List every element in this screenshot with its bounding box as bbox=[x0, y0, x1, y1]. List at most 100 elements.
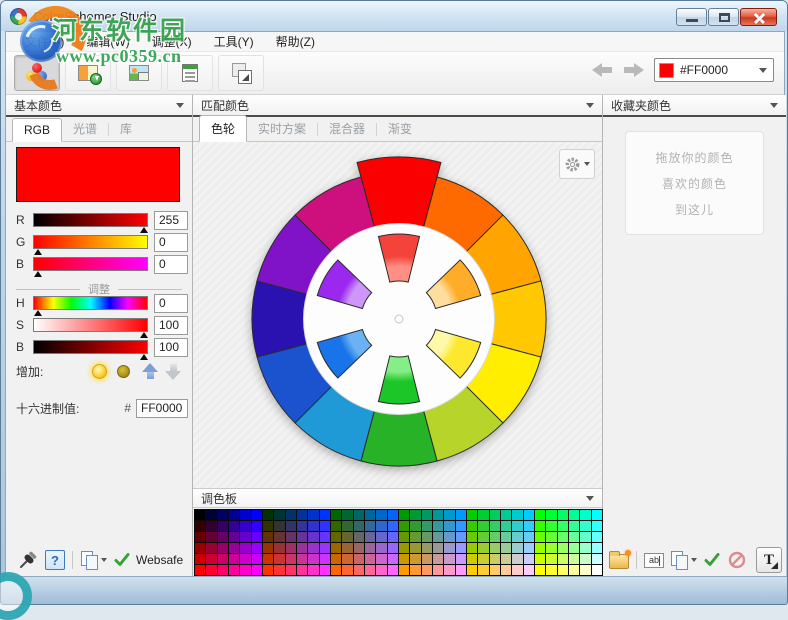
palette-swatch[interactable] bbox=[512, 565, 523, 575]
history-back-button[interactable] bbox=[590, 62, 614, 78]
palette-swatch[interactable] bbox=[546, 554, 557, 564]
palette-swatch[interactable] bbox=[546, 510, 557, 520]
apply-check-icon[interactable] bbox=[704, 553, 720, 567]
palette-swatch[interactable] bbox=[591, 521, 602, 531]
palette-swatch[interactable] bbox=[455, 521, 466, 531]
brighten-icon[interactable] bbox=[92, 363, 107, 379]
palette-swatch[interactable] bbox=[251, 510, 262, 520]
palette-swatch[interactable] bbox=[274, 565, 285, 575]
palette-header[interactable]: 调色板 bbox=[193, 488, 602, 508]
palette-swatch[interactable] bbox=[466, 521, 478, 531]
palette-swatch[interactable] bbox=[262, 554, 274, 564]
tab-library[interactable]: 库 bbox=[109, 116, 143, 141]
palette-swatch[interactable] bbox=[444, 565, 455, 575]
palette-swatch[interactable] bbox=[421, 532, 432, 542]
arrow-up-icon[interactable] bbox=[142, 362, 158, 380]
palette-swatch[interactable] bbox=[410, 554, 421, 564]
palette-swatch[interactable] bbox=[206, 532, 217, 542]
palette-swatch[interactable] bbox=[500, 521, 512, 531]
palette-swatch[interactable] bbox=[557, 510, 568, 520]
palette-swatch[interactable] bbox=[342, 510, 353, 520]
brightness-slider[interactable] bbox=[33, 340, 148, 360]
blue-slider[interactable] bbox=[33, 257, 148, 277]
palette-swatch[interactable] bbox=[489, 510, 500, 520]
palette-swatch[interactable] bbox=[353, 521, 364, 531]
palette-swatch[interactable] bbox=[285, 532, 296, 542]
palette-swatch[interactable] bbox=[489, 554, 500, 564]
palette-swatch[interactable] bbox=[568, 532, 580, 542]
palette-swatch[interactable] bbox=[512, 543, 523, 553]
palette-swatch[interactable] bbox=[432, 554, 444, 564]
palette-swatch[interactable] bbox=[376, 521, 387, 531]
palette-swatch[interactable] bbox=[353, 565, 364, 575]
websafe-check-icon[interactable] bbox=[114, 553, 130, 567]
palette-swatch[interactable] bbox=[591, 510, 602, 520]
blue-slider-handle[interactable] bbox=[34, 271, 42, 277]
palette-swatch[interactable] bbox=[228, 510, 240, 520]
palette-swatch[interactable] bbox=[296, 510, 308, 520]
palette-swatch[interactable] bbox=[285, 510, 296, 520]
palette-swatch[interactable] bbox=[557, 532, 568, 542]
palette-swatch[interactable] bbox=[251, 554, 262, 564]
palette-swatch[interactable] bbox=[262, 521, 274, 531]
palette-swatch[interactable] bbox=[195, 510, 206, 520]
palette-swatch[interactable] bbox=[580, 510, 591, 520]
palette-swatch[interactable] bbox=[330, 543, 342, 553]
palette-swatch[interactable] bbox=[195, 521, 206, 531]
copy-color-icon[interactable] bbox=[80, 551, 98, 570]
arrow-down-icon[interactable] bbox=[165, 363, 181, 380]
palette-swatch[interactable] bbox=[228, 543, 240, 553]
palette-swatch[interactable] bbox=[228, 554, 240, 564]
palette-swatch[interactable] bbox=[285, 543, 296, 553]
menu-tools[interactable]: 工具(Y) bbox=[203, 31, 265, 52]
palette-swatch[interactable] bbox=[466, 510, 478, 520]
palette-swatch[interactable] bbox=[330, 554, 342, 564]
palette-swatch[interactable] bbox=[206, 521, 217, 531]
palette-swatch[interactable] bbox=[478, 565, 489, 575]
palette-swatch[interactable] bbox=[500, 510, 512, 520]
palette-swatch[interactable] bbox=[455, 565, 466, 575]
palette-swatch[interactable] bbox=[500, 565, 512, 575]
palette-swatch[interactable] bbox=[308, 510, 319, 520]
palette-swatch[interactable] bbox=[489, 565, 500, 575]
palette-swatch[interactable] bbox=[319, 554, 330, 564]
color-preview[interactable] bbox=[16, 147, 180, 202]
palette-swatch[interactable] bbox=[568, 543, 580, 553]
palette-swatch[interactable] bbox=[195, 543, 206, 553]
palette-swatch[interactable] bbox=[546, 532, 557, 542]
palette-swatch[interactable] bbox=[274, 554, 285, 564]
copy-dropdown-icon[interactable] bbox=[101, 558, 107, 562]
palette-swatch[interactable] bbox=[353, 510, 364, 520]
palette-swatch[interactable] bbox=[228, 521, 240, 531]
palette-swatch[interactable] bbox=[308, 532, 319, 542]
palette-swatch[interactable] bbox=[500, 554, 512, 564]
palette-swatch[interactable] bbox=[330, 521, 342, 531]
palette-swatch[interactable] bbox=[262, 565, 274, 575]
palette-swatch[interactable] bbox=[591, 565, 602, 575]
palette-swatch[interactable] bbox=[206, 554, 217, 564]
palette-swatch[interactable] bbox=[432, 521, 444, 531]
palette-swatch[interactable] bbox=[444, 521, 455, 531]
palette-swatch[interactable] bbox=[500, 543, 512, 553]
palette-swatch[interactable] bbox=[206, 543, 217, 553]
rename-icon[interactable]: ab bbox=[644, 552, 664, 568]
palette-swatch[interactable] bbox=[387, 543, 398, 553]
palette-swatch[interactable] bbox=[534, 521, 546, 531]
palette-swatch[interactable] bbox=[546, 565, 557, 575]
palette-swatch[interactable] bbox=[274, 543, 285, 553]
palette-swatch[interactable] bbox=[432, 565, 444, 575]
palette-swatch[interactable] bbox=[410, 532, 421, 542]
palette-swatch[interactable] bbox=[466, 554, 478, 564]
palette-swatch[interactable] bbox=[534, 565, 546, 575]
palette-swatch[interactable] bbox=[262, 543, 274, 553]
palette-swatch[interactable] bbox=[364, 565, 376, 575]
palette-swatch[interactable] bbox=[580, 565, 591, 575]
palette-swatch[interactable] bbox=[580, 543, 591, 553]
palette-swatch[interactable] bbox=[489, 532, 500, 542]
palette-swatch[interactable] bbox=[557, 565, 568, 575]
palette-swatch[interactable] bbox=[557, 543, 568, 553]
red-slider[interactable] bbox=[33, 213, 148, 233]
palette-swatch[interactable] bbox=[512, 510, 523, 520]
palette-swatch[interactable] bbox=[410, 510, 421, 520]
panel-dropdown-icon[interactable] bbox=[586, 102, 594, 108]
